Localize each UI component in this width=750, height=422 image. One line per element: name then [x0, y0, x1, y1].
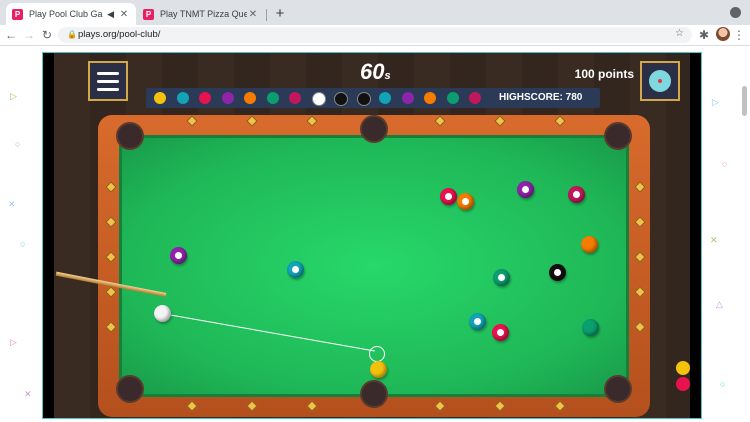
pool-ball — [517, 181, 534, 198]
triangle-shape-icon: ▷ — [10, 91, 17, 101]
plays-favicon-icon: P — [12, 8, 23, 20]
pocket — [116, 122, 144, 150]
menu-hamburger-icon[interactable] — [88, 61, 128, 101]
remaining-balls-bar: HIGHSCORE: 780 — [146, 88, 600, 108]
game-frame[interactable]: 60s 100 points HIGHSCORE: 780 — [42, 52, 702, 419]
tab-pool-club[interactable]: P Play Pool Club Game: F ◀ ✕ — [6, 3, 136, 25]
remaining-ball — [176, 92, 189, 104]
extensions-puzzle-icon[interactable]: ✱ — [697, 26, 711, 44]
tab-divider — [266, 9, 267, 21]
pool-game-canvas[interactable]: 60s 100 points HIGHSCORE: 780 — [54, 53, 690, 418]
page-scrollbar[interactable] — [742, 86, 747, 116]
pool-ball — [287, 261, 304, 278]
cross-shape-icon: ✕ — [8, 199, 16, 209]
highscore-readout: HIGHSCORE: 780 — [499, 92, 583, 103]
more-menu-icon[interactable]: ⋮ — [732, 26, 746, 44]
pool-ball — [492, 324, 509, 341]
cue-ball[interactable] — [154, 305, 171, 322]
cross-shape-icon: ✕ — [710, 235, 718, 245]
remaining-ball — [266, 92, 279, 104]
side-tray-ball — [676, 377, 690, 391]
bookmark-star-icon[interactable]: ☆ — [675, 28, 684, 39]
pool-ball — [493, 269, 510, 286]
pool-ball — [582, 319, 599, 336]
remaining-ball — [446, 92, 459, 104]
remaining-ball — [334, 92, 348, 106]
remaining-ball — [154, 92, 166, 104]
circle-shape-icon: ○ — [20, 239, 26, 249]
new-tab-plus-icon[interactable]: + — [272, 5, 288, 22]
remaining-ball — [469, 92, 481, 104]
close-tab-icon[interactable]: ✕ — [247, 9, 259, 20]
remaining-ball — [311, 92, 326, 106]
pool-ball — [581, 236, 598, 253]
timer-value: 60 — [360, 59, 385, 84]
circle-shape-icon: ○ — [720, 379, 726, 389]
pocket — [604, 375, 632, 403]
pocket — [360, 380, 388, 408]
pool-ball — [549, 264, 566, 281]
plays-favicon-icon: P — [143, 8, 154, 20]
tab-title: Play Pool Club Game: F — [29, 9, 103, 19]
pocket — [604, 122, 632, 150]
pool-ball — [170, 247, 187, 264]
circle-shape-icon: ○ — [15, 139, 21, 149]
pocket — [360, 115, 388, 143]
close-tab-icon[interactable]: ✕ — [118, 9, 130, 20]
circle-shape-icon: ○ — [722, 159, 728, 169]
pool-ball — [370, 361, 387, 378]
tab-title: Play TNMT Pizza Quest Gam — [160, 9, 247, 19]
remaining-ball — [379, 92, 391, 104]
remaining-ball — [199, 92, 211, 104]
tab-strip: P Play Pool Club Game: F ◀ ✕ P Play TNMT… — [0, 0, 750, 25]
points-readout: 100 points — [574, 67, 634, 81]
pool-ball — [568, 186, 585, 203]
pool-ball — [440, 188, 457, 205]
timer-unit: s — [384, 70, 391, 82]
reload-icon[interactable]: ↻ — [40, 26, 54, 44]
remaining-ball — [424, 92, 436, 104]
remaining-ball — [221, 92, 234, 104]
remaining-ball — [289, 92, 301, 104]
tab-tnmt-pizza[interactable]: P Play TNMT Pizza Quest Gam ✕ — [137, 3, 265, 25]
remaining-ball — [244, 92, 256, 104]
speaker-icon[interactable]: ◀ — [107, 9, 114, 20]
url-text[interactable]: plays.org/pool-club/ — [78, 29, 160, 40]
cross-shape-icon: ✕ — [24, 389, 32, 399]
pool-ball — [457, 193, 474, 210]
forward-arrow-icon[interactable]: → — [22, 26, 36, 44]
lock-icon: 🔒 — [67, 30, 77, 39]
remaining-ball — [401, 92, 414, 104]
pocket — [116, 375, 144, 403]
aim-spin-icon[interactable] — [640, 61, 680, 101]
side-tray-ball — [676, 361, 690, 375]
address-bar[interactable]: 🔒 plays.org/pool-club/ ☆ — [58, 27, 692, 43]
remaining-ball — [356, 92, 371, 106]
browser-toolbar: ← → ↻ 🔒 plays.org/pool-club/ ☆ ✱ ⋮ — [0, 25, 750, 46]
back-arrow-icon[interactable]: ← — [4, 26, 18, 44]
triangle-shape-icon: △ — [716, 299, 723, 309]
triangle-shape-icon: ▷ — [712, 97, 719, 107]
aim-target-circle — [369, 346, 385, 362]
pool-ball — [469, 313, 486, 330]
triangle-shape-icon: ▷ — [10, 337, 17, 347]
profile-avatar[interactable] — [716, 27, 730, 41]
timer-readout: 60s — [360, 59, 391, 85]
browser-menu-dot-icon[interactable] — [730, 7, 741, 18]
